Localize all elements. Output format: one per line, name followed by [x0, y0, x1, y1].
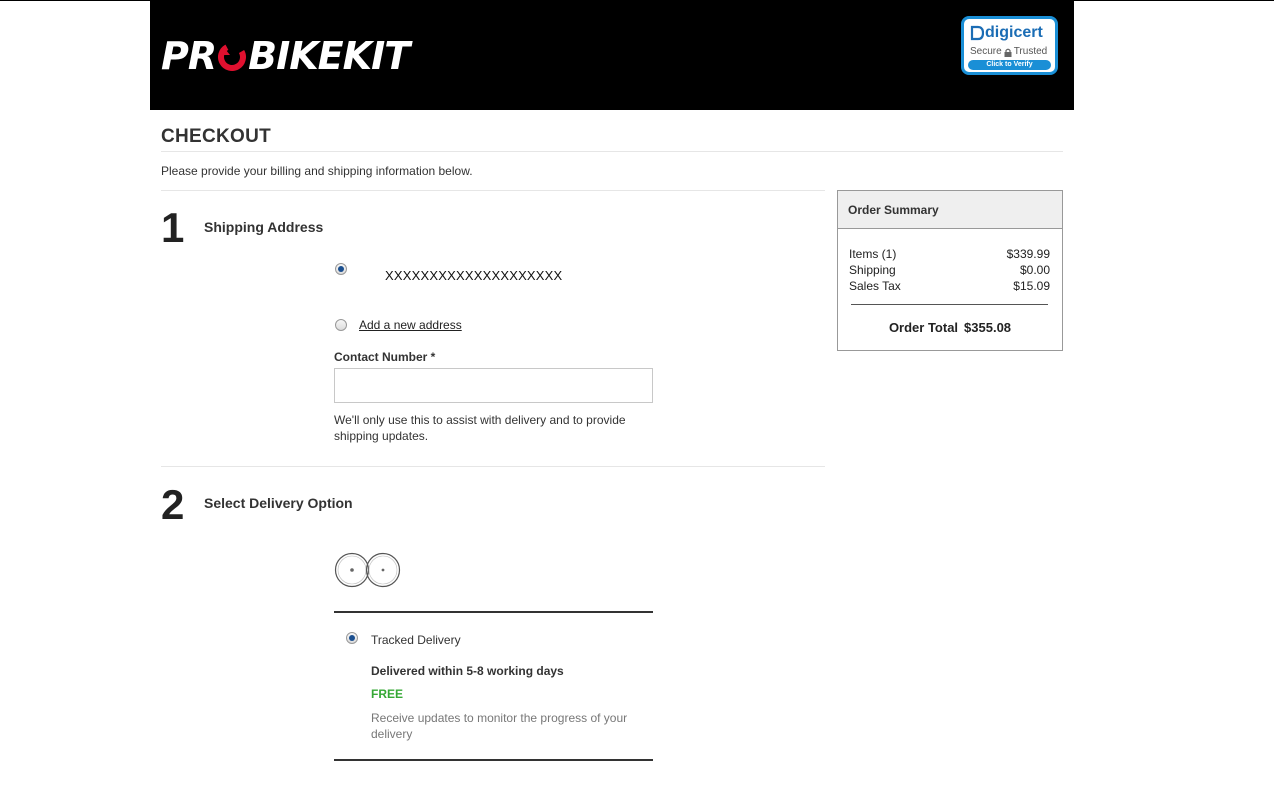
seal-brand-text: digicert	[985, 24, 1043, 41]
section-divider	[161, 466, 825, 467]
summary-row-shipping: Shipping $0.00	[849, 263, 1050, 277]
seal-verify-button[interactable]: Click to Verify	[968, 60, 1051, 70]
order-total: Order Total $355.08	[838, 320, 1062, 335]
seal-trust-line: Secure Trusted	[970, 46, 1047, 58]
intro-divider	[161, 190, 825, 191]
contact-number-label: Contact Number *	[334, 350, 436, 364]
probikekit-logo[interactable]: PR BIKEKIT	[161, 34, 410, 78]
step-title-shipping: Shipping Address	[204, 219, 324, 235]
checkout-intro: Please provide your billing and shipping…	[161, 164, 473, 178]
tracked-delivery-radio[interactable]	[346, 632, 358, 644]
page-title: CHECKOUT	[161, 126, 272, 147]
delivery-option-price: FREE	[371, 687, 404, 701]
logo-o-swirl-icon	[217, 42, 247, 72]
summary-row-label: Shipping	[849, 263, 896, 277]
digicert-seal-icon[interactable]: digicert Secure Trusted Click to Verify	[961, 16, 1058, 75]
summary-row-tax: Sales Tax $15.09	[849, 279, 1050, 293]
order-summary-panel: Order Summary Items (1) $339.99 Shipping…	[837, 190, 1063, 351]
logo-text-end: BIKEKIT	[248, 34, 410, 78]
order-summary-title: Order Summary	[838, 191, 1062, 229]
contact-number-input[interactable]	[334, 368, 653, 403]
saved-address-radio[interactable]	[335, 263, 347, 275]
contact-number-help: We'll only use this to assist with deliv…	[334, 413, 626, 443]
summary-divider	[851, 304, 1048, 305]
summary-row-items: Items (1) $339.99	[849, 247, 1050, 261]
delivery-option-name: Tracked Delivery	[371, 633, 461, 647]
logo-text-start: PR	[161, 34, 217, 78]
delivery-option-description: Receive updates to monitor the progress …	[371, 711, 628, 741]
order-total-label: Order Total	[888, 320, 959, 335]
summary-row-value: $15.09	[1013, 279, 1050, 293]
add-new-address-link[interactable]: Add a new address	[359, 318, 462, 332]
step-number-delivery: 2	[161, 481, 185, 528]
new-address-radio[interactable]	[335, 319, 347, 331]
summary-row-label: Sales Tax	[849, 279, 901, 293]
seal-brand: digicert	[970, 24, 1043, 42]
delivery-option-time: Delivered within 5-8 working days	[371, 664, 564, 678]
order-total-value: $355.08	[964, 320, 1012, 335]
summary-row-value: $0.00	[1019, 263, 1050, 277]
step-title-delivery: Select Delivery Option	[204, 495, 353, 511]
summary-row-value: $339.99	[1006, 247, 1050, 261]
lock-icon	[1004, 48, 1012, 57]
delivery-option-bottom-rule	[334, 759, 653, 761]
delivery-option-top-rule	[334, 611, 653, 613]
summary-row-label: Items (1)	[849, 247, 897, 261]
bike-wheels-icon	[334, 552, 401, 588]
seal-trusted-text: Trusted	[1013, 46, 1048, 57]
title-divider	[161, 151, 1063, 152]
seal-secure-text: Secure	[970, 46, 1002, 57]
site-header: PR BIKEKIT digicert Secure Trusted Click…	[150, 0, 1074, 110]
step-number-shipping: 1	[161, 204, 185, 251]
digicert-d-icon	[970, 25, 984, 41]
saved-address-text: XXXXXXXXXXXXXXXXXXXX	[385, 268, 563, 283]
